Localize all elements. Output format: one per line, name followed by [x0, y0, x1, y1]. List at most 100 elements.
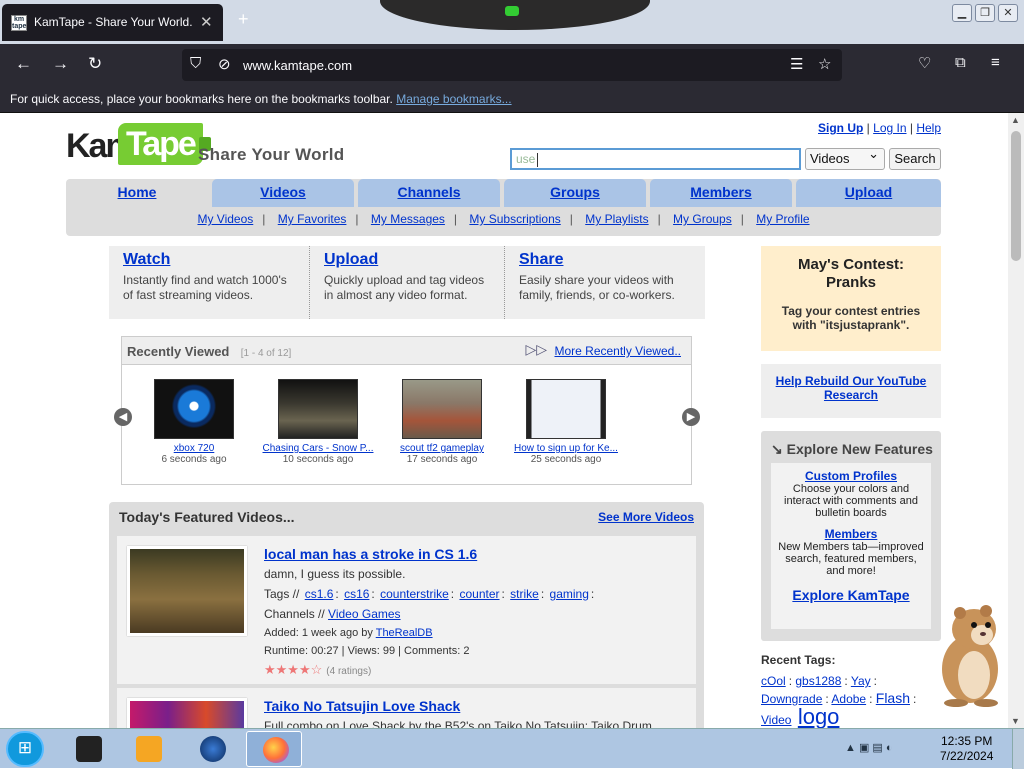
- taskbar-app[interactable]: [120, 731, 176, 767]
- recent-item[interactable]: xbox 720 6 seconds ago: [134, 379, 254, 465]
- taskbar-app-firefox[interactable]: [246, 731, 302, 767]
- members-text: New Members tab—improved search, feature…: [778, 541, 924, 577]
- close-tab-icon[interactable]: ✕: [200, 13, 213, 31]
- tag-link[interactable]: strike: [510, 587, 539, 601]
- shield-icon[interactable]: ⛉: [190, 55, 201, 72]
- taskbar-app[interactable]: [60, 731, 116, 767]
- tab-members[interactable]: Members: [650, 179, 792, 207]
- fast-forward-icon[interactable]: ▷▷: [525, 341, 547, 358]
- show-desktop-button[interactable]: [1012, 729, 1024, 769]
- bookmarks-toolbar: For quick access, place your bookmarks h…: [0, 86, 1024, 113]
- back-icon[interactable]: ←: [15, 54, 32, 74]
- recent-item[interactable]: scout tf2 gameplay 17 seconds ago: [382, 379, 502, 465]
- explore-kamtape-link[interactable]: Explore KamTape: [775, 587, 927, 603]
- subnav-my-messages[interactable]: My Messages: [371, 212, 445, 226]
- tag-link[interactable]: counter: [459, 587, 499, 601]
- tag-link[interactable]: Video: [761, 713, 791, 727]
- scroll-up-icon[interactable]: ▲: [1011, 115, 1020, 125]
- uploader-link[interactable]: TheRealDB: [376, 627, 433, 639]
- next-arrow-icon[interactable]: ▶: [682, 408, 700, 426]
- video-thumbnail[interactable]: [127, 546, 247, 636]
- tab-groups[interactable]: Groups: [504, 179, 646, 207]
- close-window-icon[interactable]: ✕: [998, 4, 1018, 22]
- see-more-videos-link[interactable]: See More Videos: [598, 510, 694, 524]
- scroll-thumb[interactable]: [1011, 131, 1021, 261]
- tab-home[interactable]: Home: [66, 179, 208, 207]
- watch-link[interactable]: Watch: [123, 251, 170, 268]
- tag-link[interactable]: cs1.6: [305, 587, 334, 601]
- channel-link[interactable]: Video Games: [328, 607, 401, 621]
- tab-channels[interactable]: Channels: [358, 179, 500, 207]
- tag-link[interactable]: cs16: [344, 587, 369, 601]
- tag-link[interactable]: logo: [798, 704, 840, 728]
- lock-icon[interactable]: ⊘: [218, 55, 231, 73]
- tag-link[interactable]: Yay: [851, 674, 871, 688]
- search-button[interactable]: Search: [889, 148, 941, 170]
- subnav-my-playlists[interactable]: My Playlists: [585, 212, 648, 226]
- video-thumbnail[interactable]: [402, 379, 482, 439]
- manage-bookmarks-link[interactable]: Manage bookmarks...: [396, 92, 511, 106]
- extensions-icon[interactable]: ⧉: [955, 54, 966, 71]
- menu-icon[interactable]: ≡: [991, 54, 1000, 71]
- video-thumbnail[interactable]: [154, 379, 234, 439]
- bookmark-star-icon[interactable]: ☆: [818, 55, 831, 73]
- browser-tab[interactable]: km tape KamTape - Share Your World. ✕: [2, 4, 223, 41]
- recent-item-title[interactable]: scout tf2 gameplay: [382, 443, 502, 454]
- rebuild-research-link[interactable]: Help Rebuild Our YouTube Research: [776, 374, 927, 402]
- reload-icon[interactable]: ↻: [88, 54, 102, 74]
- tag-link[interactable]: Flash: [876, 690, 910, 706]
- subnav-my-favorites[interactable]: My Favorites: [278, 212, 347, 226]
- more-recently-viewed-link[interactable]: More Recently Viewed..: [554, 344, 681, 358]
- subnav-my-subscriptions[interactable]: My Subscriptions: [469, 212, 560, 226]
- help-link[interactable]: Help: [916, 121, 941, 135]
- custom-profiles-link[interactable]: Custom Profiles: [775, 469, 927, 483]
- video-title-link[interactable]: Taiko No Tatsujin Love Shack: [264, 698, 460, 714]
- custom-profiles-text: Choose your colors and interact with com…: [784, 483, 918, 519]
- clock-date: 7/22/2024: [940, 749, 994, 763]
- signup-link[interactable]: Sign Up: [818, 121, 863, 135]
- tab-upload[interactable]: Upload: [796, 179, 941, 207]
- recent-item-time: 17 seconds ago: [406, 454, 478, 465]
- subnav-my-profile[interactable]: My Profile: [756, 212, 809, 226]
- clock[interactable]: 12:35 PM 7/22/2024: [940, 734, 993, 764]
- upload-link[interactable]: Upload: [324, 251, 378, 268]
- tag-link[interactable]: counterstrike: [380, 587, 449, 601]
- kamtape-logo[interactable]: Kam Tape: [66, 123, 211, 167]
- start-button[interactable]: ⊞: [6, 731, 44, 767]
- search-scope-select[interactable]: Videos: [805, 146, 885, 170]
- recent-item-title[interactable]: How to sign up for Ke...: [506, 443, 626, 454]
- pocket-icon[interactable]: ♡: [918, 54, 931, 72]
- scroll-down-icon[interactable]: ▼: [1011, 716, 1020, 726]
- reader-view-icon[interactable]: ☰: [790, 55, 803, 73]
- search-input[interactable]: use: [510, 148, 801, 170]
- watch-text: Instantly find and watch 1000's of fast …: [123, 273, 287, 302]
- video-thumbnail[interactable]: [526, 379, 606, 439]
- tab-videos[interactable]: Videos: [212, 179, 354, 207]
- page-scrollbar[interactable]: ▲ ▼: [1008, 113, 1024, 728]
- members-link[interactable]: Members: [775, 527, 927, 541]
- login-link[interactable]: Log In: [873, 121, 906, 135]
- tag-link[interactable]: gaming: [550, 587, 589, 601]
- video-thumbnail[interactable]: [127, 698, 247, 728]
- minimize-icon[interactable]: ▁: [952, 4, 972, 22]
- url-bar[interactable]: ⛉ ⊘ www.kamtape.com ☰ ☆: [182, 49, 842, 81]
- featured-videos: Today's Featured Videos... See More Vide…: [109, 502, 704, 728]
- tag-link[interactable]: gbs1288: [795, 674, 841, 688]
- recent-item[interactable]: How to sign up for Ke... 25 seconds ago: [506, 379, 626, 465]
- video-title-link[interactable]: local man has a stroke in CS 1.6: [264, 546, 477, 562]
- recent-item[interactable]: Chasing Cars - Snow P... 10 seconds ago: [258, 379, 378, 465]
- share-link[interactable]: Share: [519, 251, 563, 268]
- forward-icon[interactable]: →: [52, 54, 69, 74]
- maximize-icon[interactable]: ❐: [975, 4, 995, 22]
- new-tab-icon[interactable]: +: [238, 9, 249, 30]
- subnav-my-videos[interactable]: My Videos: [197, 212, 253, 226]
- system-tray[interactable]: ▲ ▣ ▤ ◐: [845, 741, 893, 754]
- taskbar-app[interactable]: [184, 731, 240, 767]
- subnav-my-groups[interactable]: My Groups: [673, 212, 732, 226]
- prev-arrow-icon[interactable]: ◀: [114, 408, 132, 426]
- video-thumbnail[interactable]: [278, 379, 358, 439]
- tag-link[interactable]: cOol: [761, 674, 786, 688]
- star-rating[interactable]: ★★★★☆ (4 ratings): [264, 662, 371, 678]
- recent-item-title[interactable]: Chasing Cars - Snow P...: [258, 443, 378, 454]
- recent-item-title[interactable]: xbox 720: [134, 443, 254, 454]
